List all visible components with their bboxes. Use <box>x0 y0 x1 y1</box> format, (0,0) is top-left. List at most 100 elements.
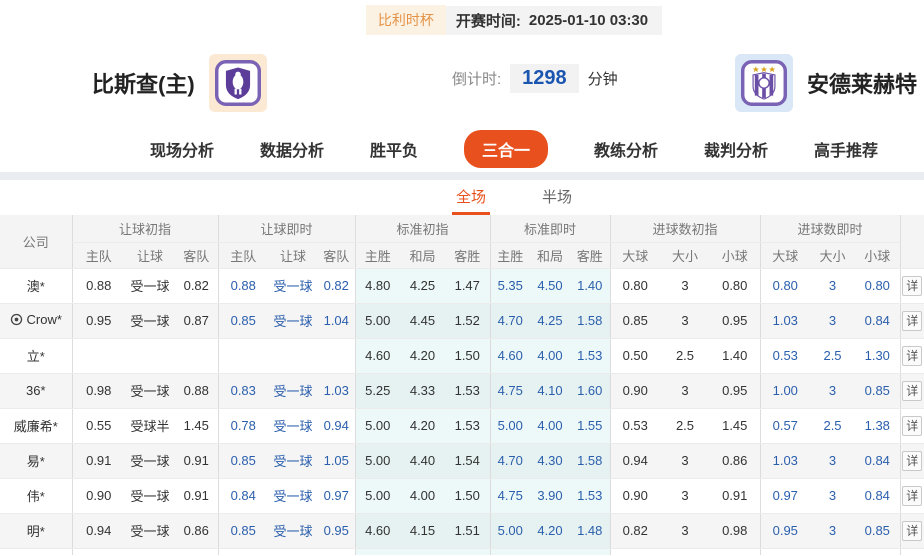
odds-cell-goals_live-0: 0.53 <box>760 338 810 373</box>
odds-cell-goals_initial-0: 0.85 <box>610 303 660 338</box>
odds-cell-std_live-1: 4.50 <box>530 268 570 303</box>
company-cell: 明* <box>0 513 72 548</box>
sub-header-goals_initial-2: 小球 <box>710 242 760 268</box>
odds-cell-std_live-0: 4.75 <box>490 478 530 513</box>
odds-row-Crow*: Crow*0.95受一球0.870.85受一球1.045.004.451.524… <box>0 303 924 338</box>
odds-cell-handicap_initial-2: 1.45 <box>175 408 218 443</box>
nav-tab-3[interactable]: 三合一 <box>464 130 548 168</box>
nav-tab-4[interactable]: 教练分析 <box>594 137 658 161</box>
detail-button[interactable]: 详 <box>902 521 922 541</box>
odds-cell-std_initial-0: 5.00 <box>355 303 400 338</box>
odds-cell-handicap_initial-2: 0.82 <box>175 268 218 303</box>
odds-cell-goals_live-0: 1.00 <box>760 373 810 408</box>
odds-cell-goals_live-1: 3 <box>810 303 855 338</box>
odds-cell-handicap_live-1: 受一球 <box>268 268 318 303</box>
company-name: 明* <box>27 521 45 540</box>
sub-header-goals_live-1: 大小 <box>810 242 855 268</box>
odds-cell-handicap_initial-2: 0.87 <box>175 303 218 338</box>
detail-button[interactable]: 详 <box>902 311 922 331</box>
odds-cell-goals_live-0: 0.97 <box>760 478 810 513</box>
sub-header-std_live-1: 和局 <box>530 242 570 268</box>
odds-cell-goals_initial-1: 3 <box>660 443 710 478</box>
kickoff-value: 2025-01-10 03:30 <box>529 12 648 29</box>
odds-cell-handicap_initial-1: 受球半 <box>125 408 175 443</box>
col-header-detail <box>900 215 924 268</box>
odds-row-澳*: 澳*0.88受一球0.820.88受一球0.824.804.251.475.35… <box>0 268 924 303</box>
sub-header-std_initial-2: 客胜 <box>445 242 490 268</box>
detail-cell: 详 <box>900 268 924 303</box>
odds-cell-goals_initial-1: 2.5 <box>660 408 710 443</box>
company-cell: 威廉希* <box>0 408 72 443</box>
nav-tab-0[interactable]: 现场分析 <box>150 137 214 161</box>
odds-row-36*: 36*0.98受一球0.880.83受一球1.035.254.331.534.7… <box>0 373 924 408</box>
odds-cell-goals_initial-2: 0.95 <box>710 373 760 408</box>
detail-button[interactable]: 详 <box>902 381 922 401</box>
odds-cell-goals_live-2: 0.84 <box>855 443 900 478</box>
odds-cell-goals_initial-2: 1.40 <box>710 338 760 373</box>
odds-cell-handicap_live-0: 0.84 <box>218 478 268 513</box>
odds-cell-handicap_initial-2: 0.91 <box>175 443 218 478</box>
odds-cell-goals_initial-2: 0.95 <box>710 303 760 338</box>
odds-cell-goals_live-1: 3 <box>810 373 855 408</box>
odds-cell-std_live-1: 3.90 <box>530 478 570 513</box>
nav-tab-1[interactable]: 数据分析 <box>260 137 324 161</box>
odds-cell-goals_live-2: 0.85 <box>855 513 900 548</box>
odds-cell-goals_initial-2: 0.80 <box>710 268 760 303</box>
odds-cell-std_live-1: 4.00 <box>530 408 570 443</box>
nav-tab-5[interactable]: 裁判分析 <box>704 137 768 161</box>
detail-button[interactable]: 详 <box>902 416 922 436</box>
odds-cell-handicap_live-2: 1.03 <box>318 373 355 408</box>
odds-cell-handicap_live-1: 受一球 <box>268 303 318 338</box>
group-header-handicap_initial: 让球初指 <box>72 215 218 242</box>
odds-cell-goals_live-2: 0.84 <box>855 478 900 513</box>
odds-cell-std_initial-1: 4.20 <box>400 408 445 443</box>
odds-cell-handicap_live-2: 0.94 <box>318 408 355 443</box>
odds-cell-handicap_live-0: 0.78 <box>218 408 268 443</box>
odds-cell-std_live-0: 4.70 <box>490 303 530 338</box>
detail-button[interactable]: 详 <box>902 346 922 366</box>
odds-cell-std_live-0: 5.35 <box>490 268 530 303</box>
odds-cell-std_initial-2: 1.50 <box>445 478 490 513</box>
countdown: 倒计时: 1298 分钟 <box>452 64 618 93</box>
odds-cell-std_live-1: 4.10 <box>530 373 570 408</box>
detail-button[interactable]: 详 <box>902 451 922 471</box>
sub-header-std_live-2: 客胜 <box>570 242 610 268</box>
odds-cell-std_live-0: 5.00 <box>490 408 530 443</box>
company-name: 澳* <box>27 276 45 295</box>
countdown-label: 倒计时: <box>452 68 501 89</box>
sub-header-std_live-0: 主胜 <box>490 242 530 268</box>
odds-cell-handicap_initial-0 <box>72 338 125 373</box>
odds-cell-handicap_initial-1: 受一球 <box>125 303 175 338</box>
nav-tab-6[interactable]: 高手推荐 <box>814 137 878 161</box>
odds-cell-handicap_initial-0: 0.91 <box>72 443 125 478</box>
group-header-goals_live: 进球数即时 <box>760 215 900 242</box>
sub-header-std_initial-1: 和局 <box>400 242 445 268</box>
tab-half-match[interactable]: 半场 <box>538 180 576 215</box>
odds-cell-std_initial-1: 4.45 <box>400 303 445 338</box>
detail-cell: 详 <box>900 373 924 408</box>
period-subtabs: 全场 半场 <box>0 180 924 215</box>
odds-cell-goals_initial-2: 0.86 <box>710 443 760 478</box>
company-name: 立* <box>27 346 45 365</box>
sub-header-handicap_live-2: 客队 <box>318 242 355 268</box>
odds-cell-std_initial-2: 1.54 <box>445 443 490 478</box>
company-name: 伟* <box>27 486 45 505</box>
detail-button[interactable]: 详 <box>902 486 922 506</box>
odds-cell-goals_live-2: 1.38 <box>855 408 900 443</box>
tab-full-match[interactable]: 全场 <box>452 180 490 215</box>
odds-cell-std_live-2: 1.53 <box>570 338 610 373</box>
odds-cell-goals_live-1: 3 <box>810 268 855 303</box>
sub-header-handicap_initial-0: 主队 <box>72 242 125 268</box>
odds-cell-goals_initial-0: 0.90 <box>610 373 660 408</box>
odds-cell-std_initial-1: 4.33 <box>400 373 445 408</box>
odds-cell-std_live-2: 1.40 <box>570 268 610 303</box>
odds-cell-handicap_initial-1: 受一球 <box>125 513 175 548</box>
odds-cell-goals_initial-2: 0.91 <box>710 478 760 513</box>
odds-row-易*: 易*0.91受一球0.910.85受一球1.055.004.401.544.70… <box>0 443 924 478</box>
nav-tab-2[interactable]: 胜平负 <box>370 137 418 161</box>
odds-cell-handicap_initial-2 <box>175 338 218 373</box>
odds-cell-handicap_live-0: 0.85 <box>218 513 268 548</box>
odds-cell-goals_live-1: 3 <box>810 443 855 478</box>
kickoff-label: 开赛时间: <box>456 10 521 31</box>
detail-button[interactable]: 详 <box>902 276 922 296</box>
